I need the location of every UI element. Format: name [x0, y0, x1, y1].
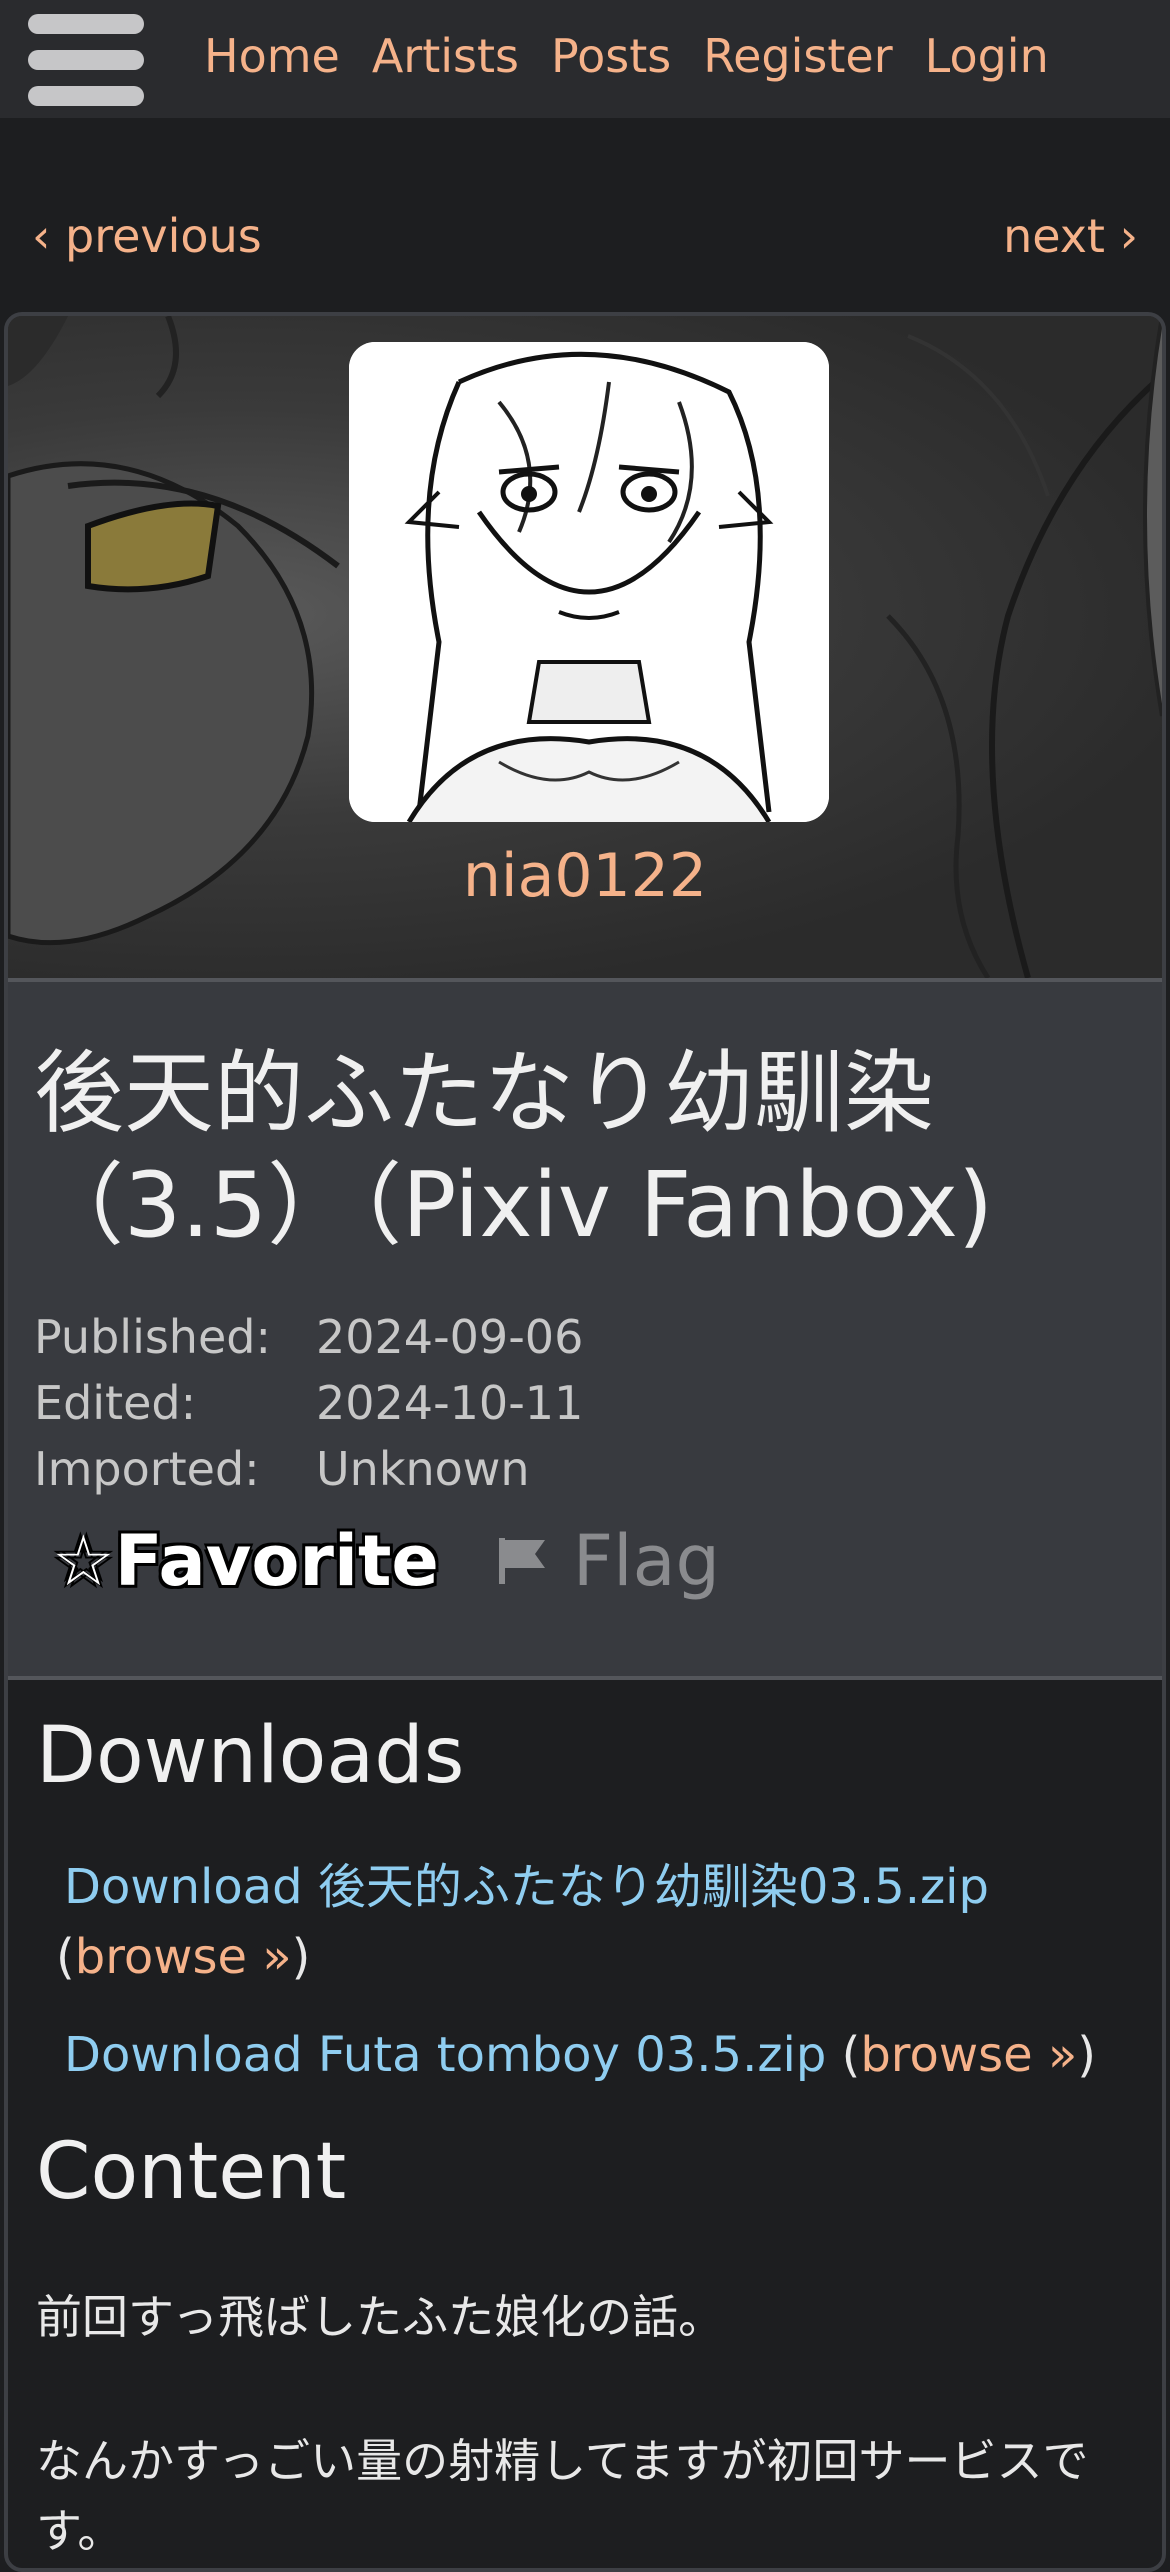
artist-banner[interactable]: nia0122	[8, 316, 1162, 978]
hamburger-menu-icon[interactable]	[28, 14, 144, 106]
avatar-artwork-image	[349, 342, 829, 822]
meta-value: 2024-09-06	[316, 1310, 584, 1364]
post-actions: ☆Favorite Flag	[52, 1520, 720, 1602]
download-link[interactable]: Download Futa tomboy 03.5.zip	[64, 2027, 826, 2083]
post-info-panel: 後天的ふたなり幼馴染（3.5）（Pixiv Fanbox) Published:…	[8, 978, 1162, 1680]
post-card: nia0122 後天的ふたなり幼馴染（3.5）（Pixiv Fanbox) Pu…	[4, 312, 1166, 2572]
meta-row-imported: Imported: Unknown	[34, 1436, 583, 1502]
nav-artists-link[interactable]: Artists	[372, 28, 519, 84]
flag-button[interactable]: Flag	[495, 1520, 720, 1602]
favorite-button[interactable]: ☆Favorite	[52, 1520, 439, 1602]
download-link[interactable]: Download 後天的ふたなり幼馴染03.5.zip	[64, 1859, 989, 1915]
previous-post-link[interactable]: ‹ previous	[32, 206, 262, 266]
meta-row-published: Published: 2024-09-06	[34, 1304, 583, 1370]
main-nav: Home Artists Posts Register Login	[204, 28, 1049, 84]
nav-login-link[interactable]: Login	[925, 28, 1049, 84]
artist-name-link[interactable]: nia0122	[8, 836, 1162, 916]
artist-avatar[interactable]	[349, 342, 829, 822]
browse-link[interactable]: browse »	[860, 2027, 1077, 2083]
post-title: 後天的ふたなり幼馴染（3.5）（Pixiv Fanbox)	[34, 1041, 994, 1258]
downloads-heading: Downloads	[36, 1711, 465, 1801]
content-paragraph: 前回すっ飛ばしたふた娘化の話。	[36, 2290, 725, 2344]
nav-register-link[interactable]: Register	[703, 28, 892, 84]
meta-label: Imported:	[34, 1442, 260, 1496]
meta-label: Edited:	[34, 1376, 197, 1430]
download-item-browse: (browse »)	[56, 1929, 311, 1985]
flag-label: Flag	[572, 1520, 720, 1602]
post-meta: Published: 2024-09-06 Edited: 2024-10-11…	[34, 1304, 583, 1502]
post-pager: ‹ previous next ›	[0, 206, 1170, 266]
meta-value: Unknown	[316, 1442, 530, 1496]
next-post-link[interactable]: next ›	[1003, 206, 1138, 266]
nav-posts-link[interactable]: Posts	[551, 28, 671, 84]
meta-label: Published:	[34, 1310, 271, 1364]
download-item: Download Futa tomboy 03.5.zip (browse »)	[64, 2027, 1096, 2083]
flag-icon	[498, 1538, 545, 1584]
content-paragraph: なんかすっごい量の射精してますが初回サービスです。	[36, 2434, 1089, 2558]
download-item: Download 後天的ふたなり幼馴染03.5.zip	[64, 1852, 989, 1922]
content-heading: Content	[36, 2127, 347, 2217]
meta-value: 2024-10-11	[316, 1376, 584, 1430]
nav-home-link[interactable]: Home	[204, 28, 340, 84]
browse-link[interactable]: browse »	[75, 1929, 292, 1985]
top-navigation-bar: Home Artists Posts Register Login	[0, 0, 1170, 118]
meta-row-edited: Edited: 2024-10-11	[34, 1370, 583, 1436]
